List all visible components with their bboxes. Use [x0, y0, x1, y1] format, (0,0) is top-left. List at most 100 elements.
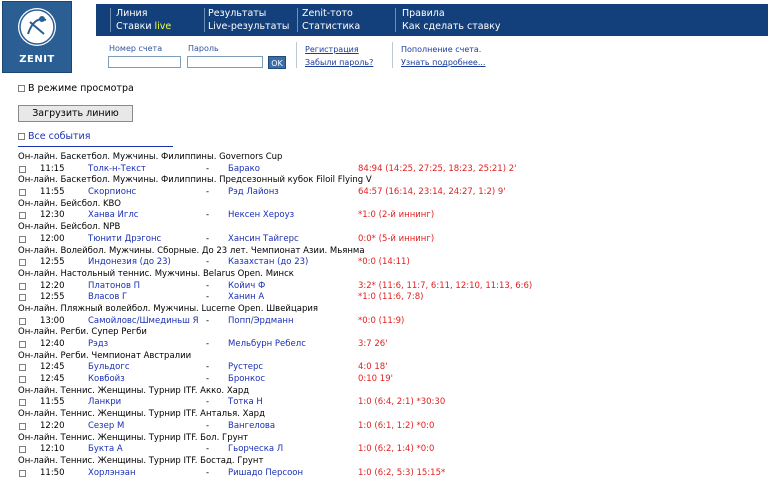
event-row: 12:00 Тюнити Дрэгонс - Хансин Тайгерс 0:0* (…	[18, 234, 758, 246]
away-team-link[interactable]: Нексен Хероуз	[228, 210, 294, 222]
event-row: 12:55 Индонезия (до 23) - Казахстан (до 23)…	[18, 257, 758, 269]
home-team-link[interactable]: Скорпионс	[88, 187, 136, 199]
home-team-link[interactable]: Тюнити Дрэгонс	[88, 234, 161, 246]
home-team-link[interactable]: Толк-н-Текст	[88, 164, 146, 176]
away-team-link[interactable]: Рэд Лайонз	[228, 187, 279, 199]
category-header: Он-лайн. Волейбол. Мужчины. Сборные. До …	[18, 245, 365, 256]
site-header: ZENIT Линия Ставки live Результаты Live-…	[0, 0, 768, 74]
event-checkbox[interactable]	[19, 212, 26, 220]
event-checkbox[interactable]	[19, 446, 26, 454]
home-team-link[interactable]: Бульдогс	[88, 362, 130, 374]
event-checkbox[interactable]	[19, 294, 26, 302]
event-checkbox[interactable]	[19, 341, 26, 348]
home-team-link[interactable]: Ланкри	[88, 397, 121, 409]
category-header: Он-лайн. Бейсбол. NPB	[18, 222, 121, 233]
home-team-link[interactable]: Сезер М	[88, 421, 124, 433]
nav-link-results[interactable]: Результаты	[208, 7, 294, 20]
account-number-label: Номер счета	[109, 44, 163, 53]
topup-text: Пополнение счета.	[401, 45, 482, 54]
preview-mode-option[interactable]: В режиме просмотра	[18, 83, 134, 94]
home-team-link[interactable]: Рэдз	[88, 339, 108, 351]
all-events-option[interactable]: Все события	[18, 131, 90, 142]
vs-separator: -	[206, 187, 210, 198]
live-score: 3:7 26'	[358, 339, 388, 349]
register-link[interactable]: Регистрация	[305, 45, 359, 54]
forgot-password-link[interactable]: Забыли пароль?	[305, 58, 373, 67]
away-team-link[interactable]: Гьорческа Л	[228, 444, 283, 456]
learn-more-link[interactable]: Узнать подробнее...	[401, 58, 485, 67]
away-team-link[interactable]: Попп/Эрдманн	[228, 316, 294, 328]
away-team-link[interactable]: Ханин А	[228, 292, 264, 304]
away-team-link[interactable]: Бронкос	[228, 374, 265, 386]
live-score: 1:0 (6:4, 2:1) *30:30	[358, 397, 446, 408]
all-events-label: Все события	[28, 131, 91, 142]
home-team-link[interactable]: Платонов П	[88, 281, 140, 293]
nav-divider	[204, 8, 205, 32]
live-score: 0:10 19'	[358, 374, 393, 385]
event-checkbox[interactable]	[19, 189, 26, 197]
event-time: 12:40	[40, 339, 65, 349]
nav-group-rules: Правила Как сделать ставку	[395, 4, 522, 36]
event-checkbox[interactable]	[19, 376, 26, 384]
account-number-input[interactable]	[108, 56, 181, 68]
nav-link-line[interactable]: Линия	[116, 7, 208, 20]
away-team-link[interactable]: Казахстан (до 23)	[228, 257, 308, 269]
password-input[interactable]	[187, 56, 263, 68]
vs-separator: -	[206, 210, 210, 221]
live-score: 84:94 (14:25, 27:25, 18:23, 25:21) 2'	[358, 163, 517, 174]
zenit-logo[interactable]: ZENIT	[2, 1, 72, 73]
away-team-link[interactable]: Ришадо Персоон	[228, 468, 303, 480]
home-team-link[interactable]: Хорлэнэан	[88, 468, 136, 480]
preview-mode-checkbox[interactable]	[18, 85, 25, 92]
event-checkbox[interactable]	[19, 422, 26, 430]
all-events-checkbox[interactable]	[18, 133, 25, 140]
home-team-link[interactable]: Власов Г	[88, 292, 127, 304]
category-header: Он-лайн. Настольный теннис. Мужчины. Bel…	[18, 268, 294, 279]
nav-link-live-results[interactable]: Live-результаты	[208, 20, 294, 33]
away-team-link[interactable]: Барако	[228, 164, 260, 176]
event-time: 12:55	[40, 257, 65, 268]
event-checkbox[interactable]	[19, 235, 26, 243]
event-checkbox[interactable]	[19, 399, 26, 407]
event-row: 12:10 Букта А - Гьорческа Л 1:0 (6:2, 1:4) *…	[18, 444, 758, 456]
home-team-link[interactable]: Самойловс/Шмединьш Я	[88, 316, 199, 328]
load-line-button[interactable]: Загрузить линию	[18, 105, 133, 122]
event-row: 13:00 Самойловс/Шмединьш Я - Попп/Эрдманн *0…	[18, 316, 758, 328]
home-team-link[interactable]: Ханва Иглс	[88, 210, 138, 222]
vs-separator: -	[206, 397, 210, 408]
home-team-link[interactable]: Ковбойз	[88, 374, 125, 386]
away-team-link[interactable]: Тотка Н	[228, 397, 263, 409]
nav-link-statistics[interactable]: Статистика	[302, 20, 392, 33]
nav-group-toto: Zenit-тото Статистика	[297, 4, 392, 36]
nav-link-live-bets[interactable]: Ставки live	[116, 20, 208, 33]
event-checkbox[interactable]	[19, 165, 26, 173]
live-score: 1:0 (6:2, 5:3) 15:15*	[358, 467, 446, 478]
away-team-link[interactable]: Вангелова	[228, 421, 275, 433]
event-row: 12:40 Рэдз - Мельбурн Ребелс 3:7 26'	[18, 339, 758, 351]
away-team-link[interactable]: Рустерс	[228, 362, 263, 374]
live-score: *1:0 (11:6, 7:8)	[358, 292, 424, 303]
event-checkbox[interactable]	[19, 364, 26, 372]
event-row: 11:50 Хорлэнэан - Ришадо Персоон 1:0 (6:2, 5…	[18, 468, 758, 480]
nav-link-toto[interactable]: Zenit-тото	[302, 7, 392, 20]
event-checkbox[interactable]	[19, 317, 26, 325]
category-header: Он-лайн. Теннис. Женщины. Турнир ITF. Ак…	[18, 385, 250, 396]
logo-text: ZENIT	[19, 54, 55, 65]
nav-link-how-to-bet[interactable]: Как сделать ставку	[402, 20, 522, 33]
away-team-link[interactable]: Мельбурн Ребелс	[228, 339, 306, 351]
away-team-link[interactable]: Хансин Тайгерс	[228, 234, 299, 246]
event-checkbox[interactable]	[19, 282, 26, 290]
login-ok-button[interactable]: OK	[268, 56, 286, 69]
top-navigation: Линия Ставки live Результаты Live-резуль…	[96, 4, 768, 36]
away-team-link[interactable]: Койич Ф	[228, 281, 265, 293]
all-events-underline	[18, 146, 173, 147]
event-time: 12:30	[40, 210, 65, 221]
nav-link-rules[interactable]: Правила	[402, 7, 522, 20]
event-checkbox[interactable]	[19, 259, 26, 267]
event-checkbox[interactable]	[19, 469, 26, 477]
event-row: 12:20 Платонов П - Койич Ф 3:2* (11:6, 11:7,…	[18, 281, 758, 293]
vs-separator: -	[206, 257, 210, 268]
vs-separator: -	[206, 362, 210, 373]
home-team-link[interactable]: Индонезия (до 23)	[88, 257, 171, 269]
home-team-link[interactable]: Букта А	[88, 444, 123, 456]
